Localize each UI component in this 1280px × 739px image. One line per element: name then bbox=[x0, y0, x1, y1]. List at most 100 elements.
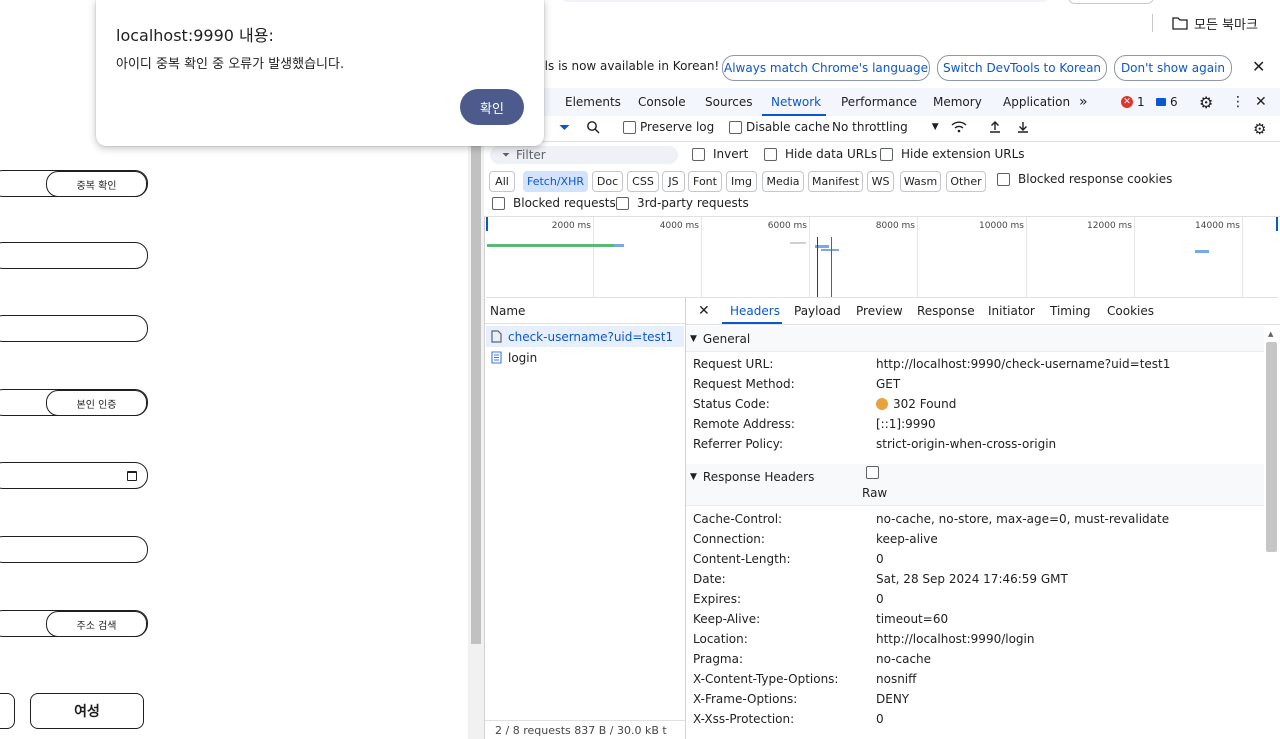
more-options-icon[interactable]: ⋮ bbox=[1231, 88, 1245, 116]
tab-preview[interactable]: Preview bbox=[856, 298, 903, 324]
type-filter-media[interactable]: Media bbox=[762, 171, 804, 192]
disable-cache-label: Disable cache bbox=[746, 120, 830, 134]
tab-application[interactable]: Application bbox=[1003, 88, 1070, 116]
filter-input[interactable]: ⏷ Filter bbox=[490, 146, 678, 164]
tab-performance[interactable]: Performance bbox=[841, 88, 917, 116]
email-input[interactable] bbox=[0, 536, 148, 563]
general-section-title: General bbox=[702, 331, 751, 346]
timeline-bar bbox=[790, 242, 806, 244]
type-filter-font[interactable]: Font bbox=[688, 171, 722, 192]
header-key: Pragma: bbox=[693, 652, 744, 666]
scroll-up-icon[interactable]: ▲ bbox=[1268, 330, 1273, 338]
address-search-button[interactable]: 주소 검색 bbox=[46, 611, 147, 637]
close-details-icon[interactable]: ✕ bbox=[698, 298, 710, 324]
network-conditions-icon[interactable] bbox=[950, 120, 968, 134]
checkbox-icon bbox=[997, 172, 1010, 186]
network-settings-icon[interactable]: ⚙ bbox=[1253, 120, 1266, 138]
timeline-tick-label: 10000 ms bbox=[979, 221, 1024, 231]
timeline-tick-label: 6000 ms bbox=[767, 221, 807, 231]
check-duplicate-button[interactable]: 중복 확인 bbox=[46, 171, 147, 197]
tab-network[interactable]: Network bbox=[771, 88, 821, 116]
request-row[interactable]: login bbox=[486, 347, 684, 368]
header-value: no-cache bbox=[876, 652, 932, 666]
third-party-requests-checkbox[interactable]: 3rd-party requests bbox=[616, 196, 749, 210]
tab-cookies[interactable]: Cookies bbox=[1107, 298, 1154, 324]
error-counter[interactable]: ✕ 1 bbox=[1121, 88, 1145, 116]
export-har-icon[interactable] bbox=[1016, 120, 1030, 134]
filter-icon[interactable]: ⏷ bbox=[559, 120, 570, 136]
general-section-header[interactable]: ▼ General bbox=[686, 326, 1264, 352]
message-counter[interactable]: 6 bbox=[1156, 88, 1178, 116]
disable-cache-checkbox[interactable]: Disable cache bbox=[729, 120, 830, 134]
signup-page: 중복 확인 본인 인증 주소 검색 여성 bbox=[0, 46, 468, 739]
password-input[interactable] bbox=[0, 242, 148, 269]
settings-icon[interactable]: ⚙ bbox=[1199, 88, 1213, 116]
request-row[interactable]: check-username?uid=test1 bbox=[486, 326, 684, 347]
close-icon[interactable]: ✕ bbox=[1252, 57, 1265, 76]
preserve-log-label: Preserve log bbox=[640, 120, 715, 134]
close-devtools-icon[interactable]: ✕ bbox=[1255, 88, 1267, 116]
preserve-log-checkbox[interactable]: Preserve log bbox=[623, 120, 714, 134]
timeline-handle-right[interactable] bbox=[1276, 217, 1278, 231]
timeline-handle-left[interactable] bbox=[486, 217, 488, 231]
always-match-language-button[interactable]: Always match Chrome's language bbox=[722, 55, 930, 81]
type-filter-other[interactable]: Other bbox=[946, 171, 986, 192]
type-filter-wasm[interactable]: Wasm bbox=[900, 171, 941, 192]
gender-male-button[interactable] bbox=[0, 693, 15, 729]
response-headers-section-header[interactable]: ▼ Response Headers bbox=[686, 464, 1264, 506]
blocked-requests-checkbox[interactable]: Blocked requests bbox=[492, 196, 616, 210]
invert-checkbox[interactable]: Invert bbox=[692, 147, 748, 161]
more-tabs-icon[interactable]: » bbox=[1079, 88, 1088, 116]
folder-icon bbox=[1172, 17, 1188, 30]
type-filter-manifest[interactable]: Manifest bbox=[808, 171, 863, 192]
header-key: Connection: bbox=[693, 532, 765, 546]
type-filter-doc[interactable]: Doc bbox=[592, 171, 623, 192]
type-filter-ws[interactable]: WS bbox=[867, 171, 894, 192]
search-icon[interactable] bbox=[586, 120, 600, 134]
all-bookmarks-button[interactable]: 모든 북마크 bbox=[1172, 12, 1258, 34]
tab-timing[interactable]: Timing bbox=[1050, 298, 1091, 324]
type-filter-js[interactable]: JS bbox=[662, 171, 685, 192]
header-value: 0 bbox=[876, 592, 884, 606]
password-confirm-input[interactable] bbox=[0, 315, 148, 342]
throttling-select[interactable]: No throttling ▼ bbox=[832, 120, 939, 134]
header-key: Cache-Control: bbox=[693, 512, 783, 526]
blocked-response-cookies-checkbox[interactable]: Blocked response cookies bbox=[997, 172, 1172, 186]
tab-memory[interactable]: Memory bbox=[933, 88, 982, 116]
switch-korean-button[interactable]: Switch DevTools to Korean bbox=[937, 55, 1107, 81]
name-column-header[interactable]: Name bbox=[485, 298, 685, 324]
profile-button[interactable] bbox=[1068, 0, 1154, 4]
hide-data-urls-checkbox[interactable]: Hide data URLs bbox=[764, 147, 877, 161]
dom-content-loaded-marker bbox=[817, 237, 818, 297]
raw-checkbox[interactable] bbox=[866, 466, 879, 479]
hide-extension-urls-checkbox[interactable]: Hide extension URLs bbox=[880, 147, 1025, 161]
birthdate-input[interactable] bbox=[0, 462, 148, 489]
type-filter-all[interactable]: All bbox=[489, 171, 515, 192]
import-har-icon[interactable] bbox=[988, 120, 1002, 134]
address-bar[interactable] bbox=[560, 0, 1050, 2]
tab-console[interactable]: Console bbox=[638, 88, 686, 116]
header-key: Request URL: bbox=[693, 357, 774, 371]
header-key: Location: bbox=[693, 632, 748, 646]
verify-identity-button[interactable]: 본인 인증 bbox=[46, 390, 147, 416]
tab-headers[interactable]: Headers bbox=[730, 298, 780, 324]
tab-initiator[interactable]: Initiator bbox=[988, 298, 1035, 324]
details-scrollbar-thumb[interactable] bbox=[1266, 342, 1277, 552]
tab-sources[interactable]: Sources bbox=[705, 88, 752, 116]
header-value: 0 bbox=[876, 712, 884, 726]
document-icon bbox=[491, 351, 502, 364]
dont-show-again-button[interactable]: Don't show again bbox=[1114, 55, 1232, 81]
error-icon: ✕ bbox=[1121, 96, 1133, 108]
status-code-value: 302 Found bbox=[876, 397, 956, 411]
type-filter-css[interactable]: CSS bbox=[627, 171, 659, 192]
calendar-icon[interactable] bbox=[127, 471, 137, 481]
tab-elements[interactable]: Elements bbox=[565, 88, 621, 116]
triangle-down-icon: ▼ bbox=[690, 333, 697, 344]
message-icon bbox=[1156, 98, 1166, 106]
type-filter-fetch-xhr[interactable]: Fetch/XHR bbox=[523, 171, 588, 192]
ok-button[interactable]: 확인 bbox=[460, 89, 524, 125]
tab-response[interactable]: Response bbox=[917, 298, 975, 324]
type-filter-img[interactable]: Img bbox=[726, 171, 757, 192]
gender-female-button[interactable]: 여성 bbox=[30, 693, 144, 729]
tab-payload[interactable]: Payload bbox=[794, 298, 841, 324]
